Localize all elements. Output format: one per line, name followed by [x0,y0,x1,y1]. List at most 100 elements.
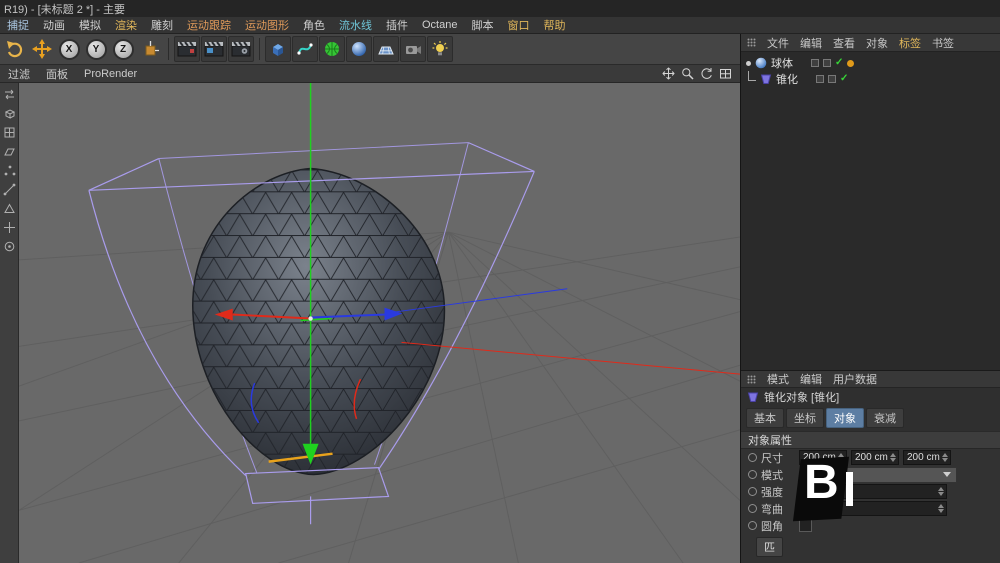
keyframe-dot[interactable] [748,521,757,530]
field-value: 200 cm [800,452,836,463]
menu-item-sculpt[interactable]: 雕刻 [144,17,180,33]
menu-item-window[interactable]: 窗口 [500,17,536,33]
panel-grid-icon[interactable] [747,375,756,384]
tab-basic[interactable]: 基本 [746,408,784,428]
undo-button[interactable] [2,36,28,62]
axis-mode-button[interactable] [3,221,16,234]
workplane-mode-button[interactable] [3,145,16,158]
viewport-menu-filter[interactable]: 过滤 [8,66,30,82]
menu-item-animation[interactable]: 动画 [36,17,72,33]
tab-object[interactable]: 对象 [826,408,864,428]
keyframe-dot[interactable] [748,453,757,462]
size-y-field[interactable]: 200 cm [851,450,899,465]
menu-item-help[interactable]: 帮助 [536,17,572,33]
lock-y-button[interactable]: Y [83,36,109,62]
zoom-view-icon[interactable] [681,67,694,80]
texture-mode-button[interactable] [3,126,16,139]
om-menu-bookmarks[interactable]: 书签 [932,35,954,51]
keyframe-dot[interactable] [748,470,757,479]
convert-mode-button[interactable] [3,88,16,101]
move-tool-button[interactable] [29,36,55,62]
subdivision-surface-button[interactable] [319,36,345,62]
om-menu-tags[interactable]: 标签 [899,35,921,51]
viewport-menu-prorender[interactable]: ProRender [84,68,137,80]
solo-mode-button[interactable] [3,240,16,253]
editor-visibility-dot[interactable] [811,59,819,67]
menu-item-render[interactable]: 渲染 [108,17,144,33]
fit-to-parent-button[interactable]: 匹 [756,537,783,557]
tapered-sphere-mesh [193,168,445,474]
viewport-3d[interactable] [19,83,740,563]
field-value: 200 cm [904,452,940,463]
section-object-properties[interactable]: 对象属性 [741,431,1000,449]
edges-mode-button[interactable] [3,183,16,196]
expand-toggle[interactable] [746,61,751,66]
floor-object-button[interactable] [373,36,399,62]
tag-icon[interactable] [847,60,854,67]
polygons-mode-button[interactable] [3,202,16,215]
keyframe-dot[interactable] [748,504,757,513]
pan-view-icon[interactable] [662,67,675,80]
tree-row-taper[interactable]: 锥化 ✓ [741,71,1000,87]
toggle-view-icon[interactable] [719,67,732,80]
menu-item-octane[interactable]: Octane [415,19,464,31]
enabled-check-icon[interactable]: ✓ [840,74,848,84]
spinner-arrows-icon[interactable] [936,504,946,513]
menu-item-snap[interactable]: 捕捉 [0,17,36,33]
am-menu-mode[interactable]: 模式 [767,371,789,387]
menu-item-character[interactable]: 角色 [296,17,332,33]
menu-item-mograph[interactable]: 运动图形 [238,17,296,33]
keyframe-dot[interactable] [748,487,757,496]
spinner-arrows-icon[interactable] [888,453,898,462]
strength-field[interactable] [799,484,947,499]
cube-primitive-button[interactable] [265,36,291,62]
render-visibility-dot[interactable] [828,75,836,83]
menu-item-plugins[interactable]: 插件 [379,17,415,33]
render-view-button[interactable] [174,36,200,62]
om-menu-view[interactable]: 查看 [833,35,855,51]
spinner-arrows-icon[interactable] [940,453,950,462]
viewport-solo-icon [8,245,11,248]
menu-item-pipeline[interactable]: 流水线 [332,17,379,33]
editor-visibility-dot[interactable] [816,75,824,83]
lock-x-button[interactable]: X [56,36,82,62]
render-settings-button[interactable] [228,36,254,62]
menu-item-simulate[interactable]: 模拟 [72,17,108,33]
fillet-checkbox[interactable] [799,519,812,532]
spinner-arrows-icon[interactable] [836,453,846,462]
model-mode-button[interactable] [3,107,16,120]
lock-z-icon: Z [113,39,134,60]
object-tree: 球体 ✓ 锥化 ✓ [741,52,1000,370]
render-picture-viewer-button[interactable] [201,36,227,62]
field-row-strength: 强度 [741,483,1000,500]
panel-grid-icon[interactable] [747,38,756,47]
size-z-field[interactable]: 200 cm [903,450,951,465]
om-menu-edit[interactable]: 编辑 [800,35,822,51]
viewport-menu-panel[interactable]: 面板 [46,66,68,82]
coordinate-system-button[interactable] [137,36,163,62]
tab-falloff[interactable]: 衰减 [866,408,904,428]
size-x-field[interactable]: 200 cm [799,450,847,465]
enabled-check-icon[interactable]: ✓ [835,58,843,68]
lock-z-button[interactable]: Z [110,36,136,62]
menu-item-motion-tracker[interactable]: 运动跟踪 [180,17,238,33]
sphere-primitive-button[interactable] [346,36,372,62]
workplane-icon [5,149,14,155]
tree-row-sphere[interactable]: 球体 ✓ [741,55,1000,71]
camera-object-button[interactable] [400,36,426,62]
rotate-view-icon[interactable] [700,67,713,80]
spline-pen-button[interactable] [292,36,318,62]
om-menu-file[interactable]: 文件 [767,35,789,51]
spinner-arrows-icon[interactable] [936,487,946,496]
am-menu-edit[interactable]: 编辑 [800,371,822,387]
render-visibility-dot[interactable] [823,59,831,67]
light-object-button[interactable] [427,36,453,62]
titlebar[interactable]: R19) - [未标题 2 *] - 主要 [0,0,1000,17]
menu-item-script[interactable]: 脚本 [464,17,500,33]
tab-coord[interactable]: 坐标 [786,408,824,428]
om-menu-objects[interactable]: 对象 [866,35,888,51]
am-menu-userdata[interactable]: 用户数据 [833,371,877,387]
mode-dropdown[interactable]: 限制 [799,467,957,483]
curvature-field[interactable] [799,501,947,516]
points-mode-button[interactable] [3,164,16,177]
